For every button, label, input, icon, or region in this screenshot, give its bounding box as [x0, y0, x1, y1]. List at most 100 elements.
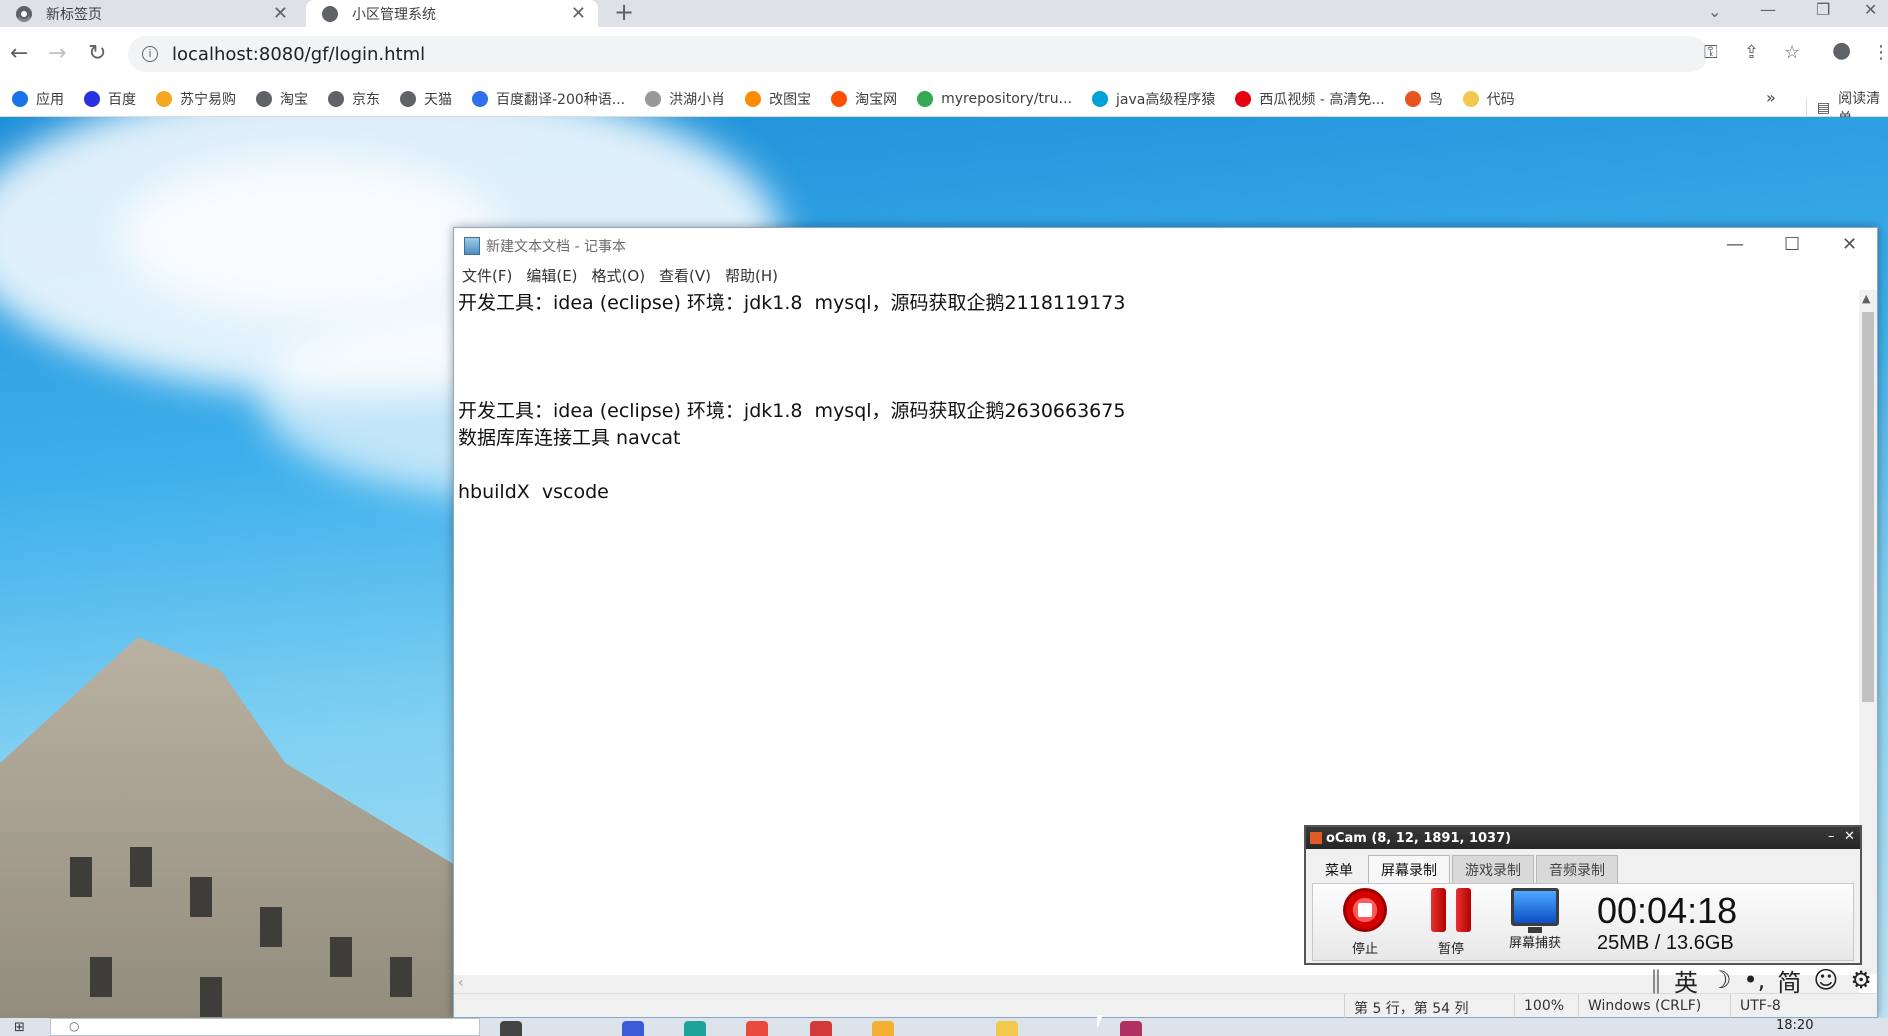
notepad-menubar: 文件(F) 编辑(E) 格式(O) 查看(V) 帮助(H): [454, 264, 1877, 286]
notepad-app-icon: [464, 237, 480, 255]
minimize-icon[interactable]: —: [1760, 0, 1776, 19]
scroll-up-icon[interactable]: ▲: [1862, 292, 1870, 305]
pause-button[interactable]: 暂停: [1419, 888, 1483, 957]
taskbar-app-icon[interactable]: [1120, 1021, 1142, 1036]
taskbar-app-icon[interactable]: [746, 1021, 768, 1036]
settings-gear-icon[interactable]: ⚙: [1850, 966, 1872, 994]
bookmark-item[interactable]: 苏宁易购: [156, 89, 236, 109]
tab-search-icon[interactable]: ⌄: [1708, 2, 1721, 21]
bookmark-item[interactable]: 应用: [12, 89, 64, 109]
menu-file[interactable]: 文件(F): [462, 265, 512, 286]
stop-button[interactable]: 停止: [1333, 888, 1397, 957]
minimize-icon[interactable]: —: [1726, 234, 1744, 255]
tab-label: 新标签页: [46, 6, 102, 23]
minimize-icon[interactable]: –: [1828, 829, 1835, 844]
close-window-icon[interactable]: ✕: [1864, 0, 1877, 19]
ime-language-toggle[interactable]: 英: [1674, 963, 1698, 998]
globe-icon: [322, 5, 338, 22]
start-icon[interactable]: ⊞: [14, 1020, 25, 1035]
search-icon: ○: [69, 1019, 80, 1033]
close-tab-icon[interactable]: ✕: [571, 3, 586, 24]
emoji-icon[interactable]: ☺: [1813, 966, 1838, 994]
bookmark-item[interactable]: 百度翻译-200种语...: [472, 89, 625, 109]
bookmark-item[interactable]: 代码: [1462, 89, 1515, 109]
bookmark-item[interactable]: 西瓜视频 - 高清免...: [1235, 89, 1385, 109]
close-tab-icon[interactable]: ✕: [273, 3, 288, 24]
screen-capture-label: 屏幕捕获: [1508, 936, 1561, 951]
building-window: [330, 937, 352, 977]
more-menu-icon[interactable]: ⋮: [1872, 42, 1888, 63]
tab-audio-record[interactable]: 音频录制: [1536, 855, 1618, 883]
bookmark-item[interactable]: myrepository/tru...: [917, 90, 1073, 107]
ime-grip-icon: ‖: [1650, 966, 1662, 994]
bookmark-star-icon[interactable]: ☆: [1784, 42, 1800, 63]
bookmark-item[interactable]: 天猫: [400, 89, 452, 109]
bookmark-item[interactable]: 百度: [84, 89, 136, 109]
taskbar-app-icon[interactable]: [684, 1021, 706, 1036]
tab-new-tab[interactable]: 新标签页 ✕: [0, 0, 300, 27]
ocam-title: oCam (8, 12, 1891, 1037): [1326, 830, 1512, 846]
taskbar-app-icon[interactable]: [872, 1021, 894, 1036]
building-window: [70, 857, 92, 897]
punctuation-icon[interactable]: •,: [1744, 966, 1766, 994]
cloud: [120, 157, 500, 317]
ocam-app-icon: [1310, 832, 1322, 844]
scroll-left-icon[interactable]: ‹: [458, 975, 464, 991]
browser-toolbar: ← → ↻ i localhost:8080/gf/login.html ⚿ ⇪…: [0, 27, 1888, 81]
tab-menu[interactable]: 菜单: [1312, 855, 1366, 883]
profile-avatar-icon[interactable]: ●: [1832, 38, 1851, 63]
pause-icon: [1431, 888, 1471, 932]
bookmark-item[interactable]: 淘宝网: [831, 89, 897, 109]
divider: [1514, 994, 1515, 1018]
bookmark-label: 应用: [36, 91, 64, 108]
site-info-icon[interactable]: i: [142, 46, 158, 62]
browser-tab-bar: 新标签页 ✕ 小区管理系统 ✕ + ⌄ — ❐ ✕: [0, 0, 1888, 27]
building-window: [90, 957, 112, 997]
bookmark-label: java高级程序猿: [1116, 91, 1216, 108]
stop-label: 停止: [1351, 942, 1378, 957]
moon-icon[interactable]: ☽: [1710, 966, 1732, 994]
horizontal-scrollbar[interactable]: ‹: [454, 975, 1859, 993]
tab-community-system[interactable]: 小区管理系统 ✕: [306, 0, 598, 27]
back-icon[interactable]: ←: [10, 41, 28, 66]
menu-view[interactable]: 查看(V): [659, 265, 711, 286]
close-icon[interactable]: ✕: [1844, 829, 1855, 844]
more-bookmarks-button[interactable]: »: [1766, 88, 1776, 107]
share-icon[interactable]: ⇪: [1744, 42, 1759, 63]
recording-timer: 00:04:18: [1597, 890, 1738, 931]
taskbar-search-box[interactable]: ○: [50, 1018, 480, 1036]
forward-icon[interactable]: →: [48, 41, 66, 66]
taskbar-app-icon[interactable]: [622, 1021, 644, 1036]
bookmark-item[interactable]: 淘宝: [256, 89, 308, 109]
encoding: UTF-8: [1740, 998, 1781, 1014]
ime-script-toggle[interactable]: 简: [1777, 963, 1801, 998]
address-bar[interactable]: i localhost:8080/gf/login.html: [128, 36, 1708, 72]
new-tab-button[interactable]: +: [614, 0, 634, 24]
bookmark-item[interactable]: 京东: [328, 89, 380, 109]
reload-icon[interactable]: ↻: [88, 41, 106, 66]
bookmark-item[interactable]: 洪湖小肖: [645, 89, 725, 109]
menu-format[interactable]: 格式(O): [592, 265, 646, 286]
taskbar-clock: 18:20: [1776, 1018, 1814, 1033]
bookmark-favicon-icon: [328, 90, 344, 107]
menu-help[interactable]: 帮助(H): [725, 265, 778, 286]
bookmark-label: myrepository/tru...: [941, 90, 1073, 107]
restore-icon[interactable]: ❐: [1816, 0, 1830, 19]
building-window: [260, 907, 282, 947]
taskbar-app-icon[interactable]: [996, 1021, 1018, 1036]
tab-game-record[interactable]: 游戏录制: [1452, 855, 1534, 883]
bookmark-item[interactable]: 鸟: [1404, 89, 1443, 109]
tab-screen-record[interactable]: 屏幕录制: [1368, 855, 1450, 883]
taskbar-app-icon[interactable]: [500, 1021, 522, 1036]
maximize-icon[interactable]: ☐: [1784, 234, 1800, 255]
bookmark-item[interactable]: java高级程序猿: [1092, 89, 1215, 109]
screen-capture-button[interactable]: 屏幕捕获: [1503, 888, 1567, 951]
bookmark-favicon-icon: [84, 90, 100, 107]
cursor-position: 第 5 行，第 54 列: [1354, 1001, 1469, 1017]
menu-edit[interactable]: 编辑(E): [526, 265, 577, 286]
scroll-thumb[interactable]: [1862, 312, 1874, 702]
key-icon[interactable]: ⚿: [1704, 42, 1718, 63]
close-icon[interactable]: ✕: [1842, 234, 1857, 255]
bookmark-item[interactable]: 改图宝: [745, 89, 811, 109]
taskbar-app-icon[interactable]: [810, 1021, 832, 1036]
